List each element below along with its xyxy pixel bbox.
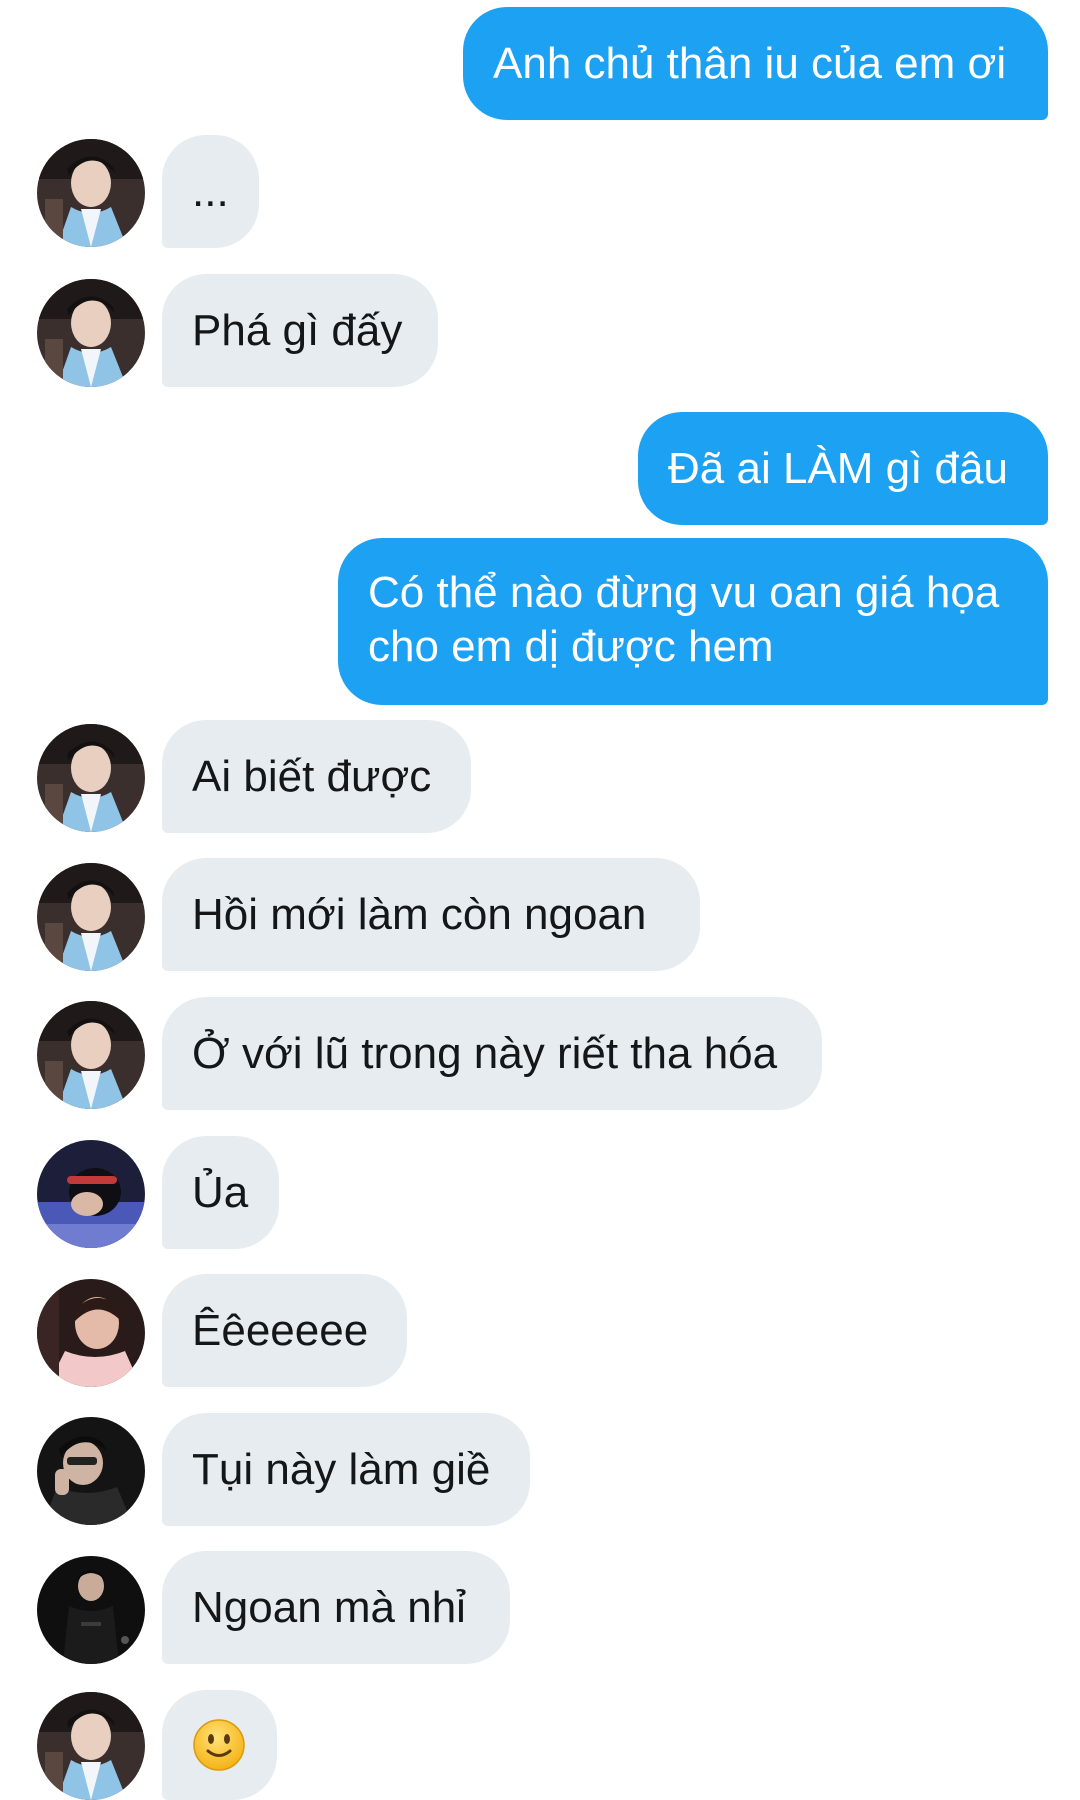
- message-bubble-received[interactable]: Phá gì đấy: [162, 274, 438, 387]
- avatar-gamer[interactable]: [37, 1140, 145, 1248]
- message-text: Ở với lũ trong này riết tha hóa: [192, 1028, 778, 1078]
- message-text: Có thể nào đừng vu oan giá họa cho em dị…: [368, 568, 1000, 671]
- message-bubble-received[interactable]: Tụi này làm giề: [162, 1413, 530, 1526]
- slightly-smiling-face-icon: [193, 1719, 245, 1771]
- message-bubble-sent[interactable]: Anh chủ thân iu của em ơi: [463, 7, 1048, 120]
- message-bubble-received[interactable]: Ai biết được: [162, 720, 471, 833]
- message-text: Hồi mới làm còn ngoan: [192, 889, 647, 939]
- message-bubble-received[interactable]: Êêeeeee: [162, 1274, 407, 1387]
- message-text: Ngoan mà nhỉ: [192, 1582, 466, 1632]
- message-text: Phá gì đấy: [192, 305, 403, 355]
- message-text: Ủa: [192, 1167, 249, 1217]
- avatar-hanbok[interactable]: [37, 724, 145, 832]
- avatar-hanbok[interactable]: [37, 279, 145, 387]
- avatar-dark-hoodie[interactable]: [37, 1417, 145, 1525]
- message-text: Đã ai LÀM gì đâu: [668, 443, 1008, 493]
- message-bubble-sent[interactable]: Có thể nào đừng vu oan giá họa cho em dị…: [338, 538, 1048, 705]
- message-bubble-sent[interactable]: Đã ai LÀM gì đâu: [638, 412, 1048, 525]
- message-text: ...: [192, 166, 229, 216]
- avatar-hanbok[interactable]: [37, 863, 145, 971]
- message-text: Tụi này làm giề: [192, 1444, 491, 1494]
- message-text: Êêeeeee: [192, 1305, 369, 1355]
- avatar-hanbok[interactable]: [37, 1692, 145, 1800]
- message-bubble-received[interactable]: Hồi mới làm còn ngoan: [162, 858, 700, 971]
- avatar-hanbok[interactable]: [37, 139, 145, 247]
- message-text: Anh chủ thân iu của em ơi: [493, 38, 1007, 88]
- avatar-black-outfit[interactable]: [37, 1556, 145, 1664]
- message-bubble-received[interactable]: [162, 1690, 277, 1800]
- message-bubble-received[interactable]: Ở với lũ trong này riết tha hóa: [162, 997, 822, 1110]
- message-bubble-received[interactable]: Ngoan mà nhỉ: [162, 1551, 510, 1664]
- message-bubble-received[interactable]: Ủa: [162, 1136, 279, 1249]
- avatar-hanbok[interactable]: [37, 1001, 145, 1109]
- avatar-pink-jacket[interactable]: [37, 1279, 145, 1387]
- message-text: Ai biết được: [192, 751, 432, 801]
- message-bubble-received[interactable]: ...: [162, 135, 259, 248]
